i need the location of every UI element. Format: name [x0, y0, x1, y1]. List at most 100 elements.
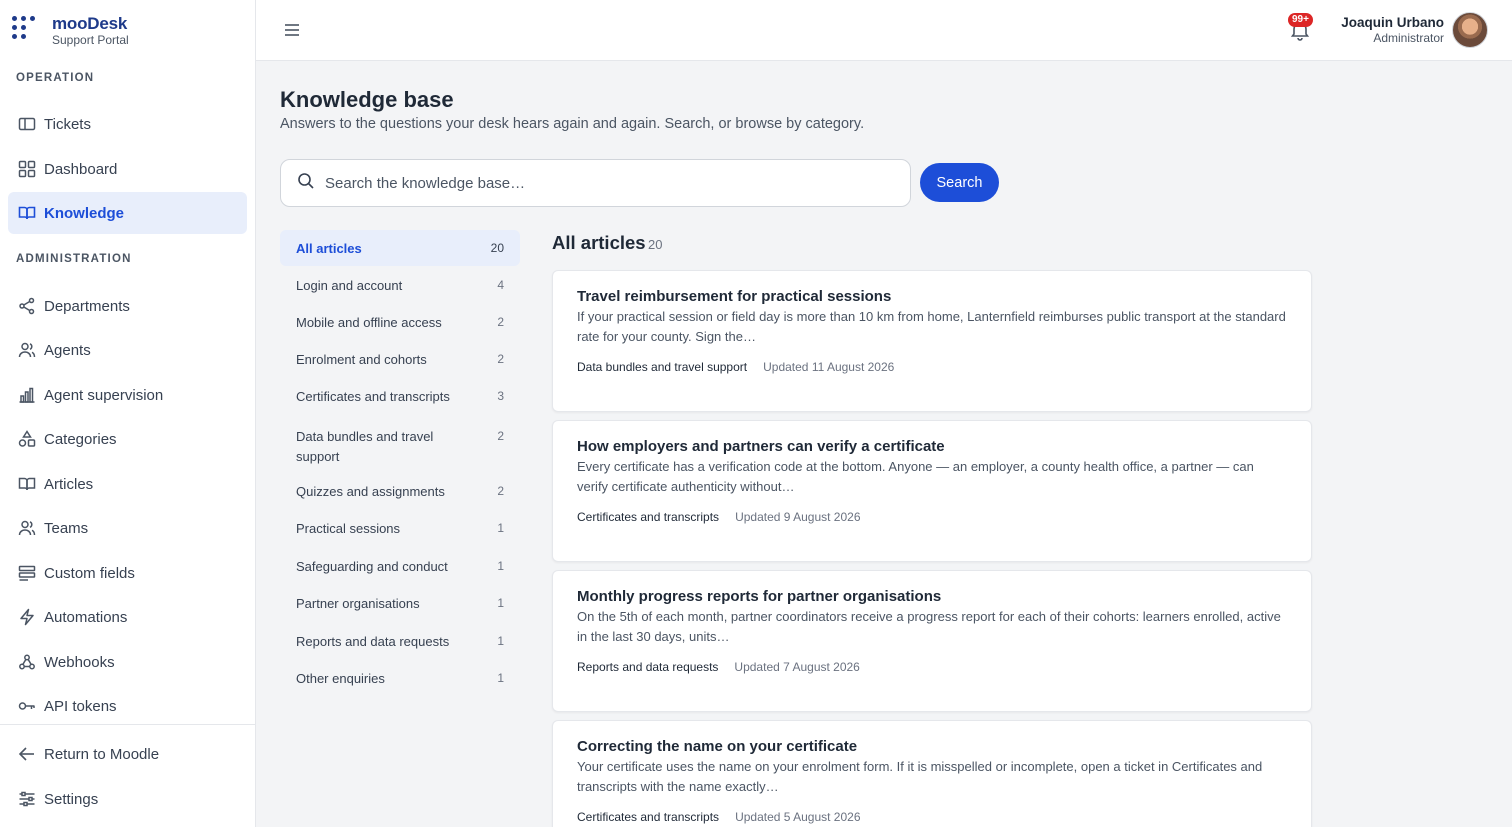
- category-item[interactable]: Mobile and offline access 2: [280, 315, 520, 352]
- article-card[interactable]: How employers and partners can verify a …: [552, 420, 1312, 562]
- sidebar-item-knowledge[interactable]: Knowledge: [8, 192, 247, 234]
- category-count: 2: [497, 429, 504, 443]
- category-item[interactable]: Quizzes and assignments 2: [280, 484, 520, 521]
- sidebar-item-automations[interactable]: Automations: [8, 596, 247, 638]
- bar-chart-icon: [18, 386, 36, 404]
- category-item[interactable]: Certificates and transcripts 3: [280, 389, 520, 427]
- dashboard-icon: [18, 160, 36, 178]
- category-list: All articles 20 Login and account 4 Mobi…: [280, 230, 520, 708]
- category-item[interactable]: Other enquiries 1: [280, 671, 520, 708]
- sidebar-item-label: Teams: [44, 519, 89, 537]
- arrow-left-icon: [18, 745, 36, 763]
- sidebar-item-custom-fields[interactable]: Custom fields: [8, 552, 247, 594]
- article-updated: Updated 9 August 2026: [735, 510, 861, 524]
- search-box: [280, 159, 911, 207]
- category-count: 20: [490, 241, 504, 255]
- article-card[interactable]: Correcting the name on your certificate …: [552, 720, 1312, 827]
- category-item[interactable]: Enrolment and cohorts 2: [280, 352, 520, 389]
- category-label: Practical sessions: [296, 521, 401, 536]
- sidebar-item-label: Dashboard: [44, 160, 118, 178]
- sidebar-item-label: Custom fields: [44, 564, 135, 582]
- sidebar-item-return-to-moodle[interactable]: Return to Moodle: [8, 733, 247, 775]
- category-item[interactable]: Login and account 4: [280, 278, 520, 315]
- category-item[interactable]: Safeguarding and conduct 1: [280, 559, 520, 596]
- sidebar-divider: [0, 724, 255, 725]
- brand-subtitle: Support Portal: [52, 33, 129, 47]
- sidebar-item-label: Departments: [44, 297, 130, 315]
- sidebar: mooDesk Support Portal OPERATION Tickets…: [0, 0, 256, 827]
- category-count: 1: [497, 634, 504, 648]
- top-bar: 99+ Joaquin Urbano Administrator: [256, 0, 1512, 61]
- user-role: Administrator: [1373, 31, 1444, 45]
- sidebar-item-dashboard[interactable]: Dashboard: [8, 148, 247, 190]
- category-item-all-articles[interactable]: All articles 20: [280, 230, 520, 266]
- user-name: Joaquin Urbano: [1341, 15, 1444, 30]
- moodesk-logo-icon: [12, 14, 40, 44]
- sidebar-item-api-tokens[interactable]: API tokens: [8, 685, 247, 727]
- section-label-administration: ADMINISTRATION: [16, 253, 132, 265]
- sidebar-item-label: Agents: [44, 341, 91, 359]
- sidebar-item-label: Knowledge: [44, 204, 125, 222]
- category-label: Certificates and transcripts: [296, 389, 450, 404]
- category-label: Mobile and offline access: [296, 315, 442, 330]
- bolt-icon: [18, 608, 36, 626]
- article-card[interactable]: Monthly progress reports for partner org…: [552, 570, 1312, 712]
- article-title[interactable]: How employers and partners can verify a …: [577, 438, 1287, 456]
- article-category: Data bundles and travel support: [577, 360, 748, 374]
- ticket-icon: [18, 115, 36, 133]
- article-excerpt: Every certificate has a verification cod…: [577, 459, 1254, 494]
- brand-logo[interactable]: mooDesk Support Portal: [12, 14, 129, 48]
- category-item[interactable]: Practical sessions 1: [280, 521, 520, 559]
- category-count: 4: [497, 278, 504, 292]
- sidebar-item-categories[interactable]: Categories: [8, 418, 247, 460]
- sliders-icon: [18, 790, 36, 808]
- article-updated: Updated 7 August 2026: [734, 660, 860, 674]
- article-updated: Updated 11 August 2026: [763, 360, 895, 374]
- category-label: Partner organisations: [296, 596, 420, 611]
- category-label: Data bundles and travel support: [296, 429, 434, 464]
- article-excerpt: Your certificate uses the name on your e…: [577, 759, 1263, 794]
- search-button[interactable]: Search: [920, 163, 999, 202]
- category-count: 3: [497, 389, 504, 403]
- sidebar-item-label: Webhooks: [44, 653, 115, 671]
- hamburger-menu-icon[interactable]: [282, 20, 302, 40]
- avatar[interactable]: [1452, 12, 1488, 48]
- brand-name: mooDesk: [52, 14, 128, 33]
- sidebar-item-articles[interactable]: Articles: [8, 463, 247, 505]
- users-icon: [18, 341, 36, 359]
- category-item[interactable]: Data bundles and travel support 2: [280, 427, 520, 484]
- article-card[interactable]: Travel reimbursement for practical sessi…: [552, 270, 1312, 412]
- category-label: Login and account: [296, 278, 403, 293]
- category-item[interactable]: Reports and data requests 1: [280, 634, 520, 671]
- article-category: Certificates and transcripts: [577, 510, 720, 524]
- article-title[interactable]: Monthly progress reports for partner org…: [577, 588, 1287, 606]
- article-excerpt: If your practical session or field day i…: [577, 309, 1286, 344]
- sidebar-item-teams[interactable]: Teams: [8, 507, 247, 549]
- sidebar-item-label: Settings: [44, 790, 99, 808]
- sidebar-item-agents[interactable]: Agents: [8, 329, 247, 371]
- article-title[interactable]: Travel reimbursement for practical sessi…: [577, 288, 1287, 306]
- search-input[interactable]: [325, 174, 885, 192]
- article-title[interactable]: Correcting the name on your certificate: [577, 738, 1287, 756]
- sidebar-item-departments[interactable]: Departments: [8, 285, 247, 327]
- sidebar-item-label: Return to Moodle: [44, 745, 160, 763]
- book-icon: [18, 475, 36, 493]
- sidebar-item-settings[interactable]: Settings: [8, 778, 247, 820]
- share-icon: [18, 297, 36, 315]
- category-count: 1: [497, 559, 504, 573]
- category-item[interactable]: Partner organisations 1: [280, 596, 520, 634]
- sidebar-item-agent-supervision[interactable]: Agent supervision: [8, 374, 247, 416]
- sidebar-item-webhooks[interactable]: Webhooks: [8, 641, 247, 683]
- sidebar-item-tickets[interactable]: Tickets: [8, 103, 247, 145]
- search-icon: [297, 172, 315, 195]
- category-label: Other enquiries: [296, 671, 385, 686]
- sidebar-item-label: Agent supervision: [44, 386, 164, 404]
- notification-badge: 99+: [1288, 13, 1313, 27]
- article-category: Certificates and transcripts: [577, 810, 720, 824]
- section-label-operation: OPERATION: [16, 72, 95, 84]
- category-count: 1: [497, 671, 504, 685]
- user-menu[interactable]: Joaquin Urbano Administrator: [1341, 15, 1444, 45]
- article-updated: Updated 5 August 2026: [735, 810, 861, 824]
- category-label: Reports and data requests: [296, 634, 450, 649]
- category-label: Enrolment and cohorts: [296, 352, 427, 367]
